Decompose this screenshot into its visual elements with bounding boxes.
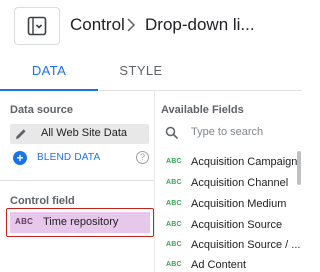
tab-data[interactable]: DATA	[0, 51, 98, 90]
text-type-badge: ABC	[15, 217, 34, 226]
chevron-right-icon	[127, 18, 136, 32]
field-name: Acquisition Campaign	[191, 156, 298, 168]
dropdown-control-icon	[27, 16, 47, 36]
text-type-badge: ABC	[166, 221, 182, 228]
available-fields-section-label: Available Fields	[161, 104, 244, 116]
control-field-chip[interactable]: ABC Time repository	[6, 208, 154, 237]
help-icon[interactable]: ?	[136, 151, 149, 164]
panel-tabs: DATA STYLE	[0, 51, 302, 91]
component-title: Control	[70, 15, 125, 34]
control-field-chip-fill: ABC Time repository	[10, 212, 150, 233]
fields-scrollbar[interactable]	[297, 151, 301, 185]
pencil-icon[interactable]	[14, 127, 28, 141]
plus-circle-icon: +	[13, 151, 27, 165]
control-field-name: Time repository	[43, 216, 119, 228]
field-search[interactable]: Type to search	[165, 124, 293, 142]
text-type-badge: ABC	[166, 200, 182, 207]
data-config-column	[0, 91, 155, 272]
panel-header: Control Drop-down li...	[0, 0, 302, 51]
section-divider	[0, 180, 154, 181]
control-type-button[interactable]	[14, 7, 60, 45]
field-name: Acquisition Medium	[191, 198, 287, 210]
blend-data-button[interactable]: + BLEND DATA	[13, 151, 153, 167]
control-field-section-label: Control field	[10, 195, 75, 207]
text-type-badge: ABC	[166, 261, 182, 268]
text-type-badge: ABC	[166, 158, 182, 165]
data-source-section-label: Data source	[10, 104, 73, 116]
tab-style[interactable]: STYLE	[98, 51, 184, 90]
field-name: Acquisition Source	[191, 219, 283, 231]
field-name: Acquisition Channel	[191, 177, 289, 189]
text-type-badge: ABC	[166, 179, 182, 186]
field-name: Ad Content	[191, 259, 247, 271]
search-input[interactable]: Type to search	[191, 126, 263, 138]
component-type-label[interactable]: Drop-down li...	[145, 15, 255, 35]
data-source-name: All Web Site Data	[41, 127, 128, 139]
text-type-badge: ABC	[166, 241, 182, 248]
data-source-chip[interactable]: All Web Site Data	[10, 124, 149, 144]
search-icon	[165, 126, 179, 140]
field-name: Acquisition Source / ...	[191, 239, 301, 251]
blend-data-label: BLEND DATA	[37, 152, 101, 163]
